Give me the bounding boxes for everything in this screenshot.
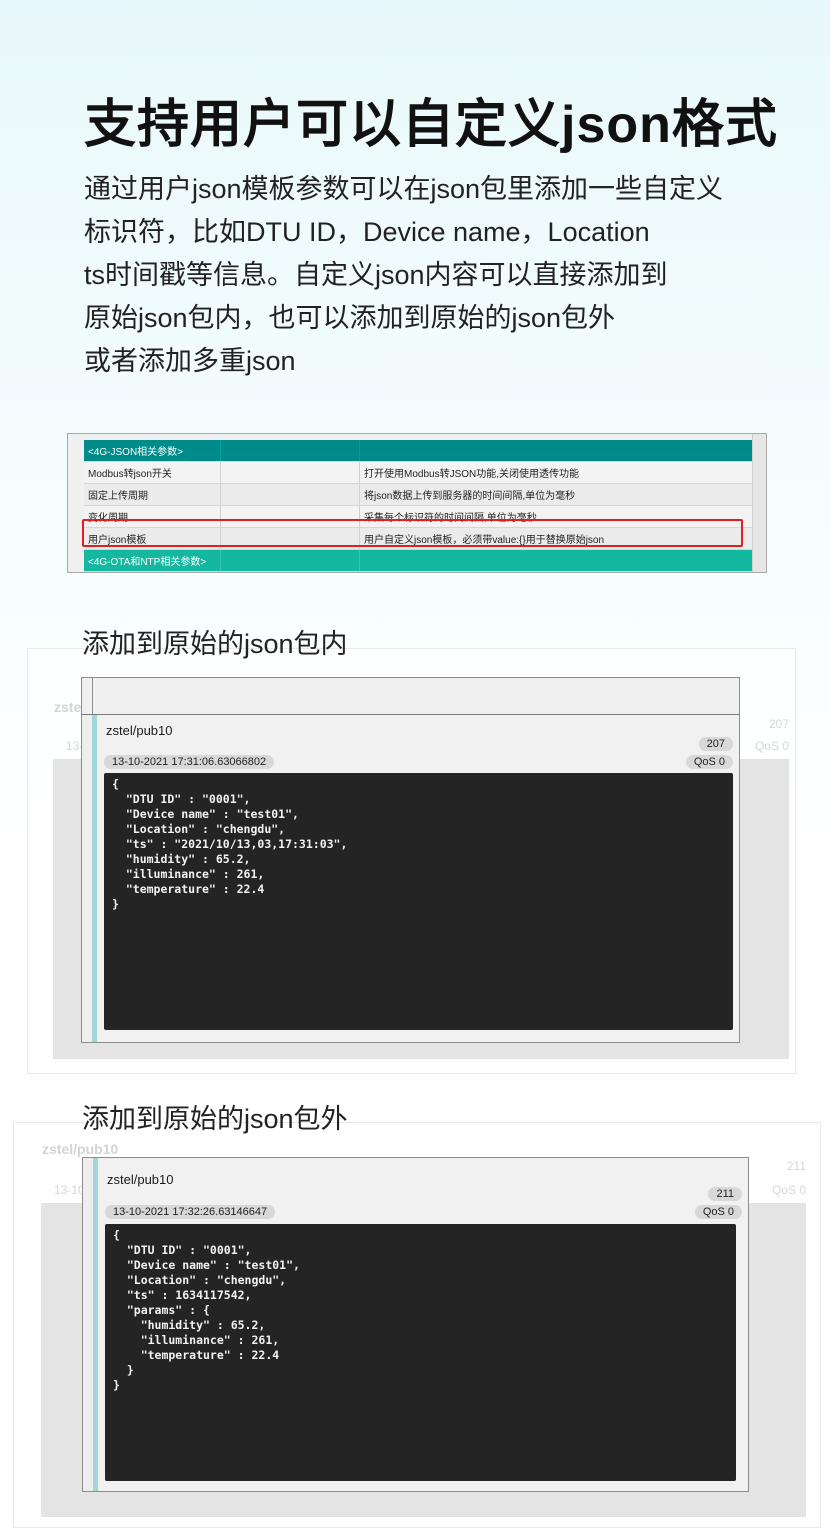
message-timestamp: 13-10-2021 17:31:06.63066802 [104, 755, 275, 769]
ghost-qos: QoS 0 [754, 739, 789, 753]
description-line: 标识符，比如DTU ID，Device name，Location [84, 217, 650, 247]
table-row[interactable]: Modbus转json开关 打开使用Modbus转JSON功能,关闭使用透传功能 [84, 461, 754, 484]
message-timestamp: 13-10-2021 17:32:26.63146647 [105, 1205, 276, 1219]
message-panel: zstel/pub10 207 13-10-2021 17:31:06.6306… [98, 715, 739, 1042]
description: 通过用户json模板参数可以在json包里添加一些自定义 标识符，比如DTU I… [84, 168, 774, 383]
ghost-count: 207 [768, 717, 789, 731]
param-name: Modbus转json开关 [84, 461, 221, 484]
message-window: zstel/pub10 207 13-10-2021 17:31:06.6306… [81, 677, 740, 1043]
table-section-header[interactable]: <4G-JSON相关参数> [84, 440, 754, 462]
payload-code-block[interactable]: { "DTU ID" : "0001", "Device name" : "te… [105, 1224, 736, 1481]
table-section-header[interactable]: <4G-OTA和NTP相关参数> [84, 549, 754, 572]
ghost-date: 13-10 [54, 1183, 85, 1197]
section-label: <4G-OTA和NTP相关参数> [84, 549, 221, 572]
section-subtitle: 添加到原始的json包内 [82, 629, 348, 659]
ghost-qos: QoS 0 [771, 1183, 806, 1197]
vertical-scrollbar[interactable] [752, 434, 766, 572]
message-count-badge: 207 [698, 737, 733, 751]
parameter-table-panel: <4G-JSON相关参数> Modbus转json开关 打开使用Modbus转J… [67, 433, 767, 573]
window-toolbar [82, 678, 739, 715]
description-line: 通过用户json模板参数可以在json包里添加一些自定义 [84, 174, 724, 204]
payload-code-block[interactable]: { "DTU ID" : "0001", "Device name" : "te… [104, 773, 733, 1030]
description-line: ts时间戳等信息。自定义json内容可以直接添加到 [84, 260, 668, 290]
message-window: zstel/pub10 211 13-10-2021 17:32:26.6314… [82, 1157, 749, 1492]
message-panel: zstel/pub10 211 13-10-2021 17:32:26.6314… [99, 1158, 748, 1491]
message-indicator [92, 715, 97, 1042]
description-line: 原始json包内，也可以添加到原始的json包外 [84, 303, 616, 333]
message-topic: zstel/pub10 [107, 1172, 174, 1187]
param-desc: 打开使用Modbus转JSON功能,关闭使用透传功能 [359, 461, 754, 484]
param-desc: 将json数据上传到服务器的时间间隔,单位为毫秒 [359, 483, 754, 506]
parameter-table: <4G-JSON相关参数> Modbus转json开关 打开使用Modbus转J… [84, 440, 754, 572]
qos-badge: QoS 0 [694, 1205, 742, 1219]
qos-badge: QoS 0 [685, 755, 733, 769]
ghost-topic: zstel/pub10 [42, 1141, 119, 1157]
payload-json: { "DTU ID" : "0001", "Device name" : "te… [113, 1228, 300, 1392]
param-value[interactable] [220, 461, 360, 484]
section-subtitle: 添加到原始的json包外 [82, 1104, 348, 1134]
message-indicator [93, 1158, 98, 1491]
param-value[interactable] [220, 483, 360, 506]
payload-json: { "DTU ID" : "0001", "Device name" : "te… [112, 777, 348, 911]
message-count-badge: 211 [708, 1187, 742, 1201]
description-line: 或者添加多重json [84, 346, 296, 376]
highlight-box [82, 519, 743, 547]
param-name: 固定上传周期 [84, 483, 221, 506]
page-title: 支持用户可以自定义json格式 [84, 96, 778, 154]
ghost-count: 211 [786, 1159, 806, 1173]
section-label: <4G-JSON相关参数> [84, 440, 221, 462]
message-topic: zstel/pub10 [106, 723, 173, 738]
table-row[interactable]: 固定上传周期 将json数据上传到服务器的时间间隔,单位为毫秒 [84, 483, 754, 506]
